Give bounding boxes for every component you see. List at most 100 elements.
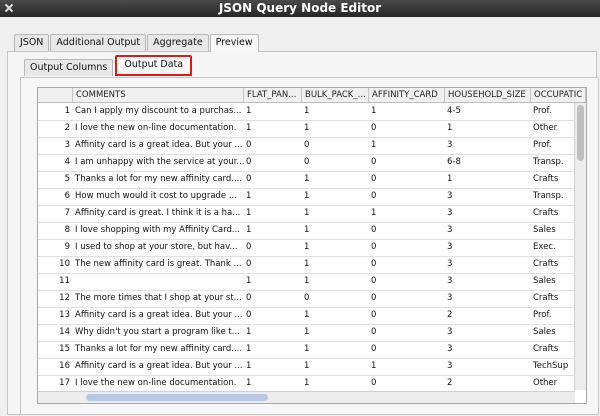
cell-flat-pan[interactable]: 1 [244,205,302,222]
cell-flat-pan[interactable]: 1 [244,324,302,341]
column-header-household-size[interactable]: HOUSEHOLD_SIZE [445,88,531,102]
cell-comments[interactable]: I love shopping with my Affinity Card... [73,222,244,239]
cell-bulk-pack[interactable]: 1 [302,171,369,188]
cell-household-size[interactable]: 3 [445,256,531,273]
cell-flat-pan[interactable]: 1 [244,273,302,290]
cell-comments[interactable]: Affinity card is a great idea. But your … [73,137,244,154]
cell-comments[interactable]: I used to shop at your store, but hav... [73,239,244,256]
cell-flat-pan[interactable]: 1 [244,188,302,205]
cell-household-size[interactable]: 2 [445,307,531,324]
table-row[interactable]: 6 How much would it cost to upgrade ... 1 1… [38,188,575,206]
cell-bulk-pack[interactable]: 1 [302,256,369,273]
cell-bulk-pack[interactable]: 1 [302,358,369,375]
cell-flat-pan[interactable]: 1 [244,222,302,239]
cell-affinity-card[interactable]: 1 [369,103,445,120]
cell-index[interactable]: 8 [38,222,73,239]
cell-comments[interactable]: I am unhappy with the service at your... [73,154,244,171]
cell-comments[interactable]: Why didn't you start a program like t... [73,324,244,341]
cell-index[interactable]: 6 [38,188,73,205]
cell-occupation[interactable]: Other [531,120,575,137]
vertical-scrollbar[interactable] [574,103,586,390]
tab-aggregate[interactable]: Aggregate [147,34,209,51]
table-row[interactable]: 8I love shopping with my Affinity Card..… [38,222,575,240]
cell-household-size[interactable]: 3 [445,341,531,358]
cell-occupation[interactable]: Crafts [531,256,575,273]
table-row[interactable]: 11 1 1 0 3 Sales [38,273,575,291]
table-row[interactable]: 9I used to shop at your store, but hav..… [38,239,575,257]
cell-occupation[interactable]: Crafts [531,171,575,188]
cell-bulk-pack[interactable]: 1 [302,273,369,290]
cell-affinity-card[interactable]: 0 [369,222,445,239]
cell-occupation[interactable]: Prof. [531,103,575,120]
cell-index[interactable]: 2 [38,120,73,137]
column-header-index[interactable] [38,88,73,102]
horizontal-scrollbar[interactable] [38,391,575,403]
cell-flat-pan[interactable]: 0 [244,154,302,171]
cell-bulk-pack[interactable]: 0 [302,154,369,171]
cell-affinity-card[interactable]: 0 [369,154,445,171]
cell-bulk-pack[interactable]: 1 [302,103,369,120]
cell-affinity-card[interactable]: 0 [369,324,445,341]
cell-affinity-card[interactable]: 1 [369,205,445,222]
cell-household-size[interactable]: 4-5 [445,103,531,120]
cell-bulk-pack[interactable]: 1 [302,120,369,137]
column-header-flat-pan[interactable]: FLAT_PAN... [244,88,302,102]
cell-bulk-pack[interactable]: 0 [302,290,369,307]
cell-household-size[interactable]: 3 [445,205,531,222]
cell-occupation[interactable]: Other [531,375,575,391]
table-row[interactable]: 7 Affinity card is great. I think it is a… [38,205,575,223]
cell-index[interactable]: 7 [38,205,73,222]
cell-bulk-pack[interactable]: 1 [302,307,369,324]
cell-comments[interactable]: Thanks a lot for my new affinity card...… [73,341,244,358]
cell-comments[interactable]: The new affinity card is great. Thank ..… [73,256,244,273]
cell-index[interactable]: 3 [38,137,73,154]
cell-bulk-pack[interactable]: 0 [302,137,369,154]
cell-household-size[interactable]: 3 [445,273,531,290]
cell-occupation[interactable]: Transp. [531,154,575,171]
cell-occupation[interactable]: Exec. [531,239,575,256]
cell-affinity-card[interactable]: 0 [369,375,445,391]
table-row[interactable]: 17 I love the new on-line documentation. 1… [38,375,575,391]
cell-comments[interactable]: Affinity card is a great idea. But your … [73,358,244,375]
cell-flat-pan[interactable]: 1 [244,358,302,375]
cell-comments[interactable]: How much would it cost to upgrade ... [73,188,244,205]
cell-occupation[interactable]: Sales [531,273,575,290]
cell-index[interactable]: 9 [38,239,73,256]
table-row[interactable]: 1 Can I apply my discount to a purchas...… [38,103,575,121]
cell-occupation[interactable]: Prof. [531,137,575,154]
cell-comments[interactable]: I love the new on-line documentation. [73,120,244,137]
horizontal-scroll-thumb[interactable] [86,394,268,401]
table-row[interactable]: 3 Affinity card is a great idea. But your… [38,137,575,155]
tab-preview[interactable]: Preview [209,34,259,52]
column-header-occupation[interactable]: OCCUPATIC [531,88,586,102]
cell-comments[interactable]: Affinity card is a great idea. But your … [73,307,244,324]
cell-index[interactable]: 10 [38,256,73,273]
cell-household-size[interactable]: 3 [445,239,531,256]
cell-occupation[interactable]: Crafts [531,290,575,307]
cell-bulk-pack[interactable]: 1 [302,375,369,391]
table-row[interactable]: 13 Affinity card is a great idea. But you… [38,307,575,325]
column-header-comments[interactable]: COMMENTS [73,88,244,102]
cell-index[interactable]: 14 [38,324,73,341]
cell-index[interactable]: 17 [38,375,73,391]
cell-index[interactable]: 4 [38,154,73,171]
cell-household-size[interactable]: 3 [445,137,531,154]
tab-additional-output[interactable]: Additional Output [50,34,147,51]
cell-bulk-pack[interactable]: 1 [302,324,369,341]
column-header-bulk-pack[interactable]: BULK_PACK_... [302,88,369,102]
cell-bulk-pack[interactable]: 1 [302,341,369,358]
cell-affinity-card[interactable]: 0 [369,239,445,256]
cell-household-size[interactable]: 3 [445,222,531,239]
cell-occupation[interactable]: TechSup [531,358,575,375]
cell-affinity-card[interactable]: 0 [369,188,445,205]
cell-household-size[interactable]: 6-8 [445,154,531,171]
cell-household-size[interactable]: 3 [445,188,531,205]
tab-output-columns[interactable]: Output Columns [24,59,114,76]
cell-affinity-card[interactable]: 0 [369,256,445,273]
cell-affinity-card[interactable]: 0 [369,120,445,137]
cell-affinity-card[interactable]: 0 [369,341,445,358]
tab-output-data[interactable]: Output Data [115,55,193,76]
cell-flat-pan[interactable]: 1 [244,120,302,137]
cell-index[interactable]: 13 [38,307,73,324]
column-header-affinity-card[interactable]: AFFINITY_CARD [369,88,445,102]
